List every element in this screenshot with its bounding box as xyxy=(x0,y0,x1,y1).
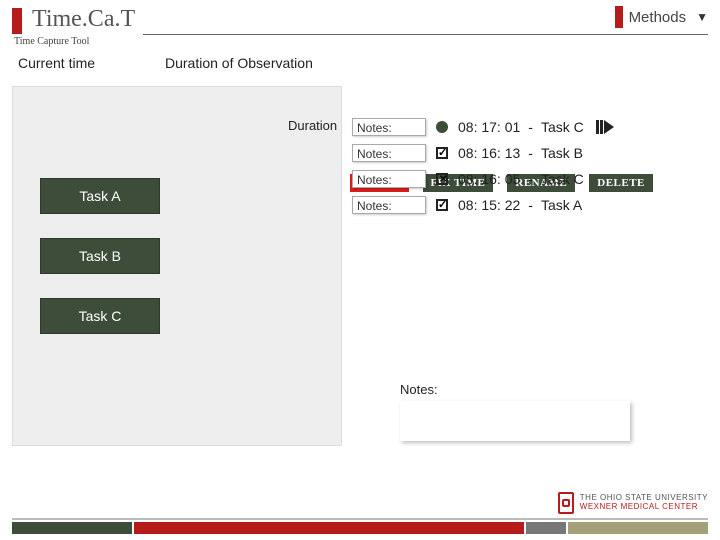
notes-label: Notes: xyxy=(400,382,630,397)
footer-logo: THE OHIO STATE UNIVERSITY WEXNER MEDICAL… xyxy=(558,492,708,514)
log-task: Task B xyxy=(541,145,583,161)
log-time: 08: 15: 22 xyxy=(458,197,520,213)
status-running-icon xyxy=(434,119,450,135)
labels-row: Current time Duration of Observation xyxy=(0,55,720,77)
ohio-state-shield-icon xyxy=(558,492,574,514)
footer: THE OHIO STATE UNIVERSITY WEXNER MEDICAL… xyxy=(12,478,708,534)
duration-of-observation-label: Duration of Observation xyxy=(165,55,313,71)
notes-input[interactable]: Notes: xyxy=(352,118,426,136)
log-time: 08: 16: 13 xyxy=(458,145,520,161)
title-block: Time.Ca.T Time Capture Tool xyxy=(12,6,143,47)
log-task: Task C xyxy=(541,119,584,135)
stripe-red xyxy=(134,522,524,534)
methods-label: Methods xyxy=(629,9,687,26)
notes-input[interactable]: Notes: xyxy=(352,144,426,162)
stripe-khaki xyxy=(568,522,708,534)
notes-input[interactable]: Notes: xyxy=(352,170,426,188)
status-x-icon xyxy=(434,171,450,187)
stripe-grey xyxy=(526,522,566,534)
status-check-icon xyxy=(434,197,450,213)
chevron-down-icon: ▼ xyxy=(696,10,708,25)
current-time-label: Current time xyxy=(18,55,95,71)
log-task: Task C xyxy=(541,171,584,187)
log-row[interactable]: Notes: 08: 16: 13 - Task B xyxy=(352,140,708,166)
notes-textarea[interactable] xyxy=(400,401,630,441)
log-list: Notes: 08: 17: 01 - Task C Notes: 08: 16… xyxy=(352,114,708,218)
footer-color-stripe xyxy=(12,522,708,534)
status-check-icon xyxy=(434,145,450,161)
log-dash: - xyxy=(528,197,533,213)
task-button-c[interactable]: Task C xyxy=(40,298,160,334)
log-time: 08: 17: 01 xyxy=(458,119,520,135)
app-subtitle: Time Capture Tool xyxy=(14,36,135,47)
app-root: Time.Ca.T Time Capture Tool Methods ▼ Cu… xyxy=(0,0,720,540)
task-buttons-column: Task A Task B Task C xyxy=(40,178,160,334)
main-area: STOP FIX TIME RENAME DELETE Task A Task … xyxy=(0,82,720,470)
notes-panel: Notes: xyxy=(400,382,630,441)
task-button-a[interactable]: Task A xyxy=(40,178,160,214)
log-task: Task A xyxy=(541,197,582,213)
footer-org-text: THE OHIO STATE UNIVERSITY WEXNER MEDICAL… xyxy=(580,494,708,512)
log-row[interactable]: Notes: 08: 16: 05 - Task C xyxy=(352,166,708,192)
task-button-b[interactable]: Task B xyxy=(40,238,160,274)
methods-dropdown[interactable]: Methods ▼ xyxy=(607,6,708,28)
log-dash: - xyxy=(528,171,533,187)
footer-org-line2: WEXNER MEDICAL CENTER xyxy=(580,503,708,512)
header: Time.Ca.T Time Capture Tool Methods ▼ xyxy=(0,0,720,55)
footer-rule xyxy=(12,518,708,520)
log-row[interactable]: Notes: 08: 15: 22 - Task A xyxy=(352,192,708,218)
log-dash: - xyxy=(528,119,533,135)
stripe-olive xyxy=(12,522,132,534)
duration-column-label: Duration xyxy=(288,118,337,133)
log-time: 08: 16: 05 xyxy=(458,171,520,187)
log-dash: - xyxy=(528,145,533,161)
play-pause-icon[interactable] xyxy=(596,120,614,134)
title-accent-bar xyxy=(12,8,22,34)
log-row[interactable]: Notes: 08: 17: 01 - Task C xyxy=(352,114,708,140)
methods-accent-bar xyxy=(615,6,623,28)
app-title: Time.Ca.T xyxy=(32,6,135,33)
notes-input[interactable]: Notes: xyxy=(352,196,426,214)
